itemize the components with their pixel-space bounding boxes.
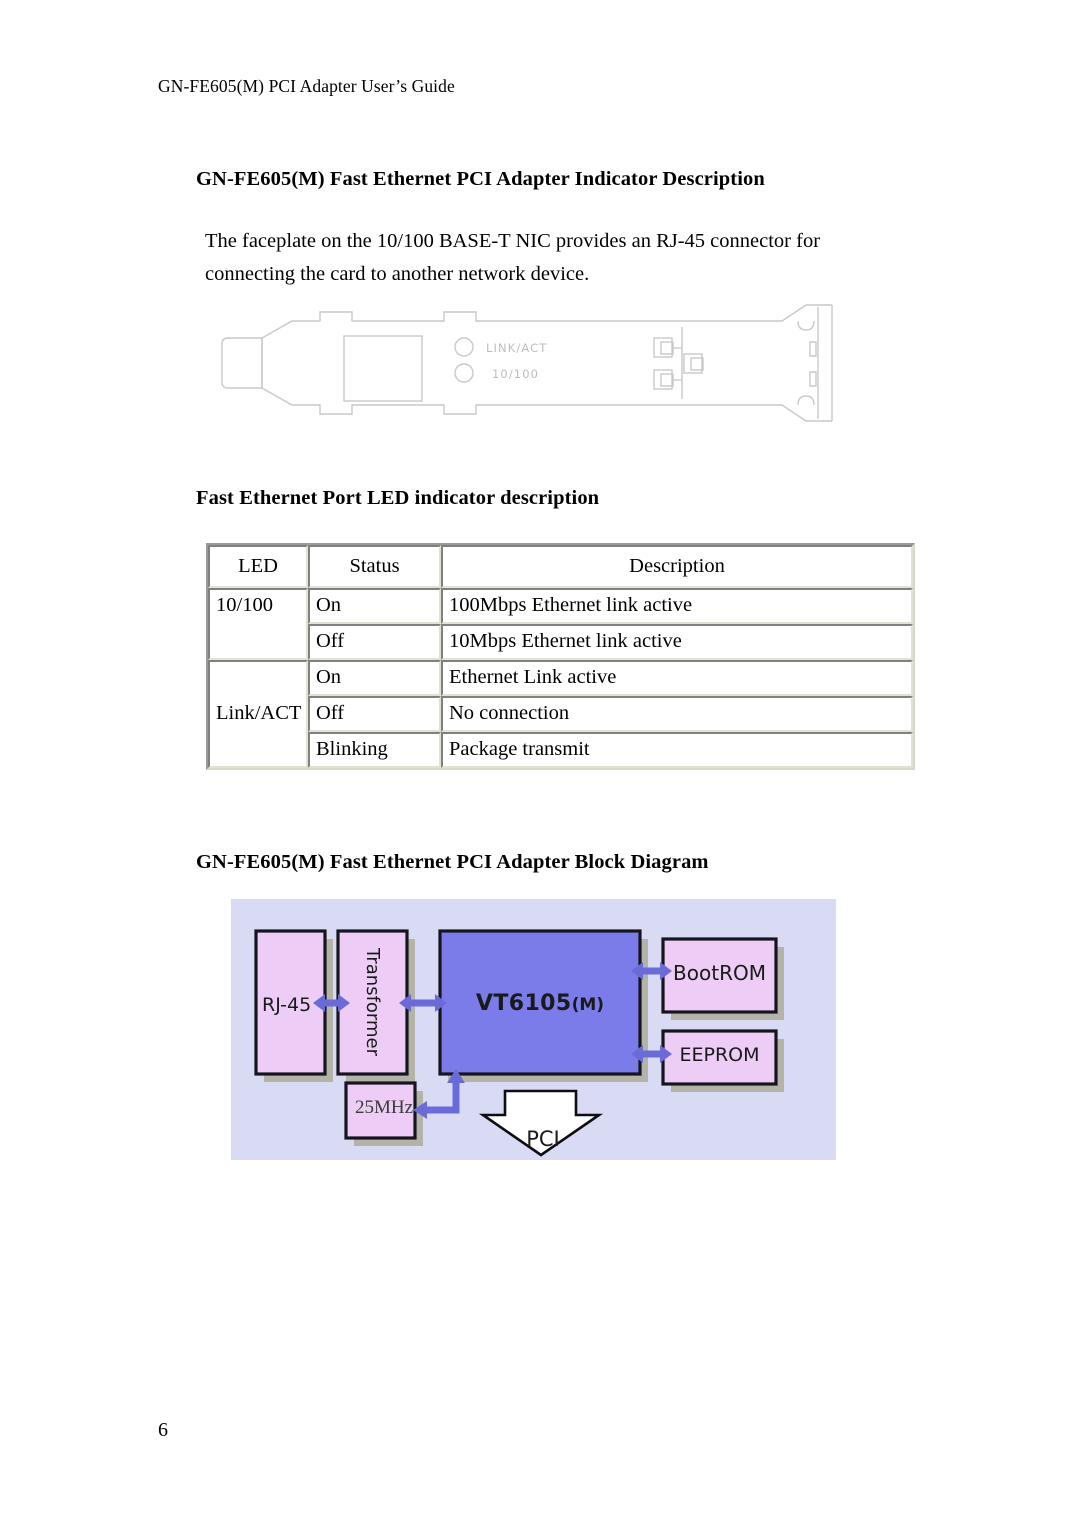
block-diagram-figure: RJ-45 Transformer 25MHz VT6105(M) BootRO… bbox=[231, 899, 836, 1160]
column-header-led: LED bbox=[208, 545, 308, 588]
svg-text:LINK/ACT: LINK/ACT bbox=[486, 341, 547, 355]
column-header-status: Status bbox=[308, 545, 441, 588]
label-eeprom: EEPROM bbox=[679, 1044, 760, 1066]
table-row: Blinking Package transmit bbox=[208, 732, 913, 768]
heading-indicator-description: GN-FE605(M) Fast Ethernet PCI Adapter In… bbox=[196, 168, 765, 190]
label-vt6105-main: VT6105 bbox=[475, 991, 572, 1016]
label-transformer: Transformer bbox=[362, 948, 383, 1057]
status-cell: On bbox=[308, 588, 441, 624]
led-indicator-table-wrapper: LED Status Description 10/100 On 100Mbps… bbox=[206, 543, 915, 770]
label-pci: PCI bbox=[526, 1127, 560, 1151]
label-vt6105: VT6105(M) bbox=[440, 991, 640, 1016]
intro-line-2: connecting the card to another network d… bbox=[205, 263, 590, 285]
heading-block-diagram: GN-FE605(M) Fast Ethernet PCI Adapter Bl… bbox=[196, 851, 709, 873]
led-indicator-table: LED Status Description 10/100 On 100Mbps… bbox=[206, 543, 915, 770]
intro-paragraph: The faceplate on the 10/100 BASE-T NIC p… bbox=[205, 225, 906, 291]
running-header: GN-FE605(M) PCI Adapter User’s Guide bbox=[158, 76, 455, 96]
status-cell: Off bbox=[308, 696, 441, 732]
status-cell: Off bbox=[308, 624, 441, 660]
table-row: Off 10Mbps Ethernet link active bbox=[208, 624, 913, 660]
faceplate-figure: LINK/ACT 10/100 bbox=[206, 300, 836, 426]
document-page: GN-FE605(M) PCI Adapter User’s Guide GN-… bbox=[0, 0, 1080, 1528]
description-cell: No connection bbox=[441, 696, 913, 732]
column-header-description: Description bbox=[441, 545, 913, 588]
status-cell: On bbox=[308, 660, 441, 696]
heading-led-indicator-description: Fast Ethernet Port LED indicator descrip… bbox=[196, 487, 600, 509]
table-row: 10/100 On 100Mbps Ethernet link active bbox=[208, 588, 913, 660]
status-cell: Blinking bbox=[308, 732, 441, 768]
label-bootrom: BootROM bbox=[673, 961, 766, 985]
label-oscillator: 25MHz bbox=[355, 1097, 414, 1118]
table-row: Off No connection bbox=[208, 696, 913, 732]
page-number: 6 bbox=[158, 1419, 168, 1441]
led-group-label-link-act: Link/ACT bbox=[208, 660, 308, 768]
table-row: Link/ACT On Ethernet Link active bbox=[208, 660, 913, 768]
led-group-label-10-100: 10/100 bbox=[208, 588, 308, 660]
table-header-row: LED Status Description bbox=[208, 545, 913, 588]
svg-text:10/100: 10/100 bbox=[492, 367, 539, 381]
label-rj45: RJ-45 bbox=[262, 994, 312, 1016]
description-cell: 10Mbps Ethernet link active bbox=[441, 624, 913, 660]
intro-line-1: The faceplate on the 10/100 BASE-T NIC p… bbox=[205, 230, 821, 252]
description-cell: 100Mbps Ethernet link active bbox=[441, 588, 913, 624]
label-vt6105-suffix: (M) bbox=[571, 995, 605, 1015]
description-cell: Ethernet Link active bbox=[441, 660, 913, 696]
description-cell: Package transmit bbox=[441, 732, 913, 768]
